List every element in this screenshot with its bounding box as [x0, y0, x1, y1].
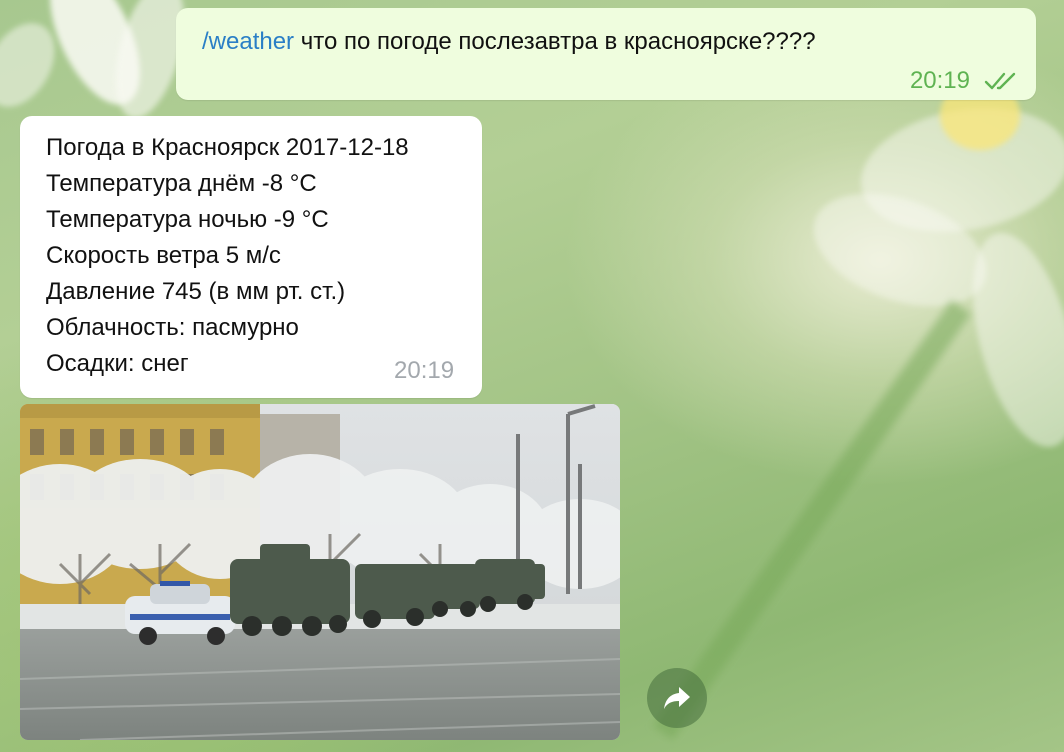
daisy-stem-decoration: [653, 300, 971, 740]
snowy-street-photo: [20, 404, 620, 740]
forward-button[interactable]: [647, 668, 707, 728]
wind-speed-line: Скорость ветра 5 м/с: [46, 242, 281, 269]
precipitation-line: Осадки: снег: [46, 350, 189, 377]
day-temperature-line: Температура днём -8 °C: [46, 170, 317, 197]
outgoing-message-bubble[interactable]: /weather что по погоде послезавтра в кра…: [176, 8, 1036, 100]
outgoing-message-body: что по погоде послезавтра в красноярске?…: [294, 28, 816, 55]
night-temperature-line: Температура ночью -9 °C: [46, 206, 329, 233]
outgoing-message-text: /weather что по погоде послезавтра в кра…: [202, 24, 816, 60]
pressure-line: Давление 745 (в мм рт. ст.): [46, 278, 346, 305]
weather-title-line: Погода в Красноярск 2017-12-18: [46, 134, 409, 161]
forward-arrow-icon: [664, 687, 690, 709]
incoming-message-time: 20:19: [394, 357, 455, 384]
bot-command-link[interactable]: /weather: [202, 28, 294, 55]
double-check-icon: [984, 72, 1016, 90]
outgoing-message-time: 20:19: [909, 67, 970, 94]
weather-report-text: Погода в Красноярск 2017-12-18 Температу…: [46, 130, 409, 382]
outgoing-message-meta: 20:19: [910, 66, 1020, 96]
cloudiness-line: Облачность: пасмурно: [46, 314, 299, 341]
photo-message[interactable]: [20, 404, 620, 740]
